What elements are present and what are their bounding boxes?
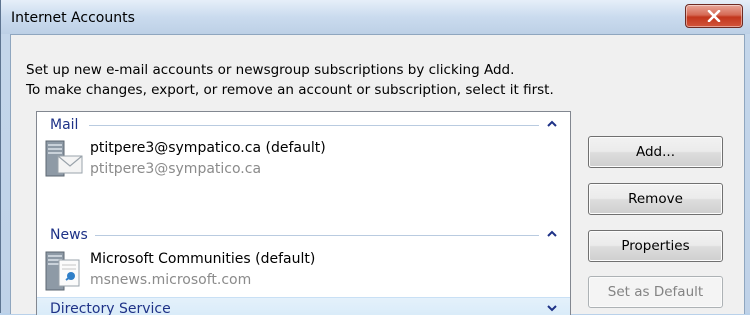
instruction-line-2: To make changes, export, or remove an ac… [26, 82, 554, 98]
account-name: ptitpere3@sympatico.ca (default) [90, 140, 326, 156]
properties-button[interactable]: Properties [588, 230, 723, 262]
chevron-up-icon[interactable] [547, 230, 557, 238]
account-item-mail[interactable]: ptitpere3@sympatico.ca (default) ptitper… [37, 136, 570, 182]
add-button[interactable]: Add... [588, 136, 723, 168]
set-as-default-button[interactable]: Set as Default [588, 276, 723, 308]
chevron-down-icon[interactable] [547, 304, 557, 312]
group-header-mail[interactable]: Mail [37, 114, 570, 136]
accounts-list[interactable]: Mail ptitpere3@sympatico.ca (default) pt… [36, 111, 571, 315]
group-divider [95, 235, 539, 236]
close-button[interactable] [685, 4, 743, 28]
mail-server-icon [45, 140, 83, 177]
remove-button[interactable]: Remove [588, 183, 723, 215]
news-server-icon [45, 251, 80, 291]
group-label-news: News [50, 227, 88, 243]
account-detail: ptitpere3@sympatico.ca [90, 161, 262, 177]
account-detail: msnews.microsoft.com [90, 272, 252, 288]
dialog-body: Set up new e-mail accounts or newsgroup … [10, 34, 745, 315]
title-bar[interactable]: Internet Accounts [1, 0, 750, 34]
account-item-news[interactable]: Microsoft Communities (default) msnews.m… [37, 247, 570, 293]
internet-accounts-window: Internet Accounts Set up new e-mail acco… [0, 0, 750, 315]
window-title: Internet Accounts [11, 10, 135, 26]
chevron-up-icon[interactable] [547, 120, 557, 128]
close-icon [707, 10, 721, 22]
group-divider [89, 125, 539, 126]
group-header-directory-service[interactable]: Directory Service [37, 297, 570, 315]
group-header-news[interactable]: News [37, 224, 570, 246]
instruction-line-1: Set up new e-mail accounts or newsgroup … [26, 62, 515, 78]
group-label-mail: Mail [50, 117, 79, 133]
account-name: Microsoft Communities (default) [90, 251, 316, 267]
